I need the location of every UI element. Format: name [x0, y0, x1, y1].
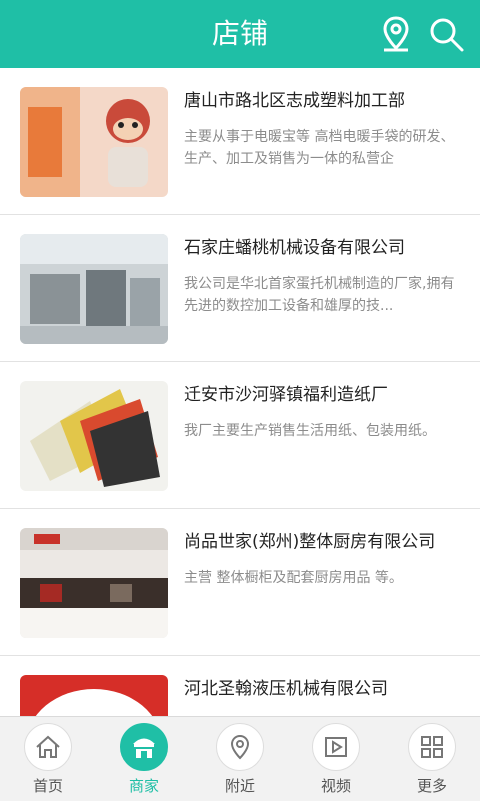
store-name: 尚品世家(郑州)整体厨房有限公司	[184, 532, 436, 552]
store-description: 我公司是华北首家蛋托机械制造的厂家,拥有先进的数控加工设备和雄厚的技...	[184, 276, 455, 314]
video-icon	[312, 723, 360, 771]
tab-label: 首页	[32, 777, 63, 795]
tab-video[interactable]: 视频	[288, 717, 384, 801]
search-icon[interactable]	[426, 14, 466, 54]
home-icon	[24, 723, 72, 771]
tab-label: 视频	[320, 777, 351, 795]
store-thumbnail	[20, 381, 168, 491]
store-item[interactable]: 迁安市沙河驿镇福利造纸厂 我厂主要生产销售生活用纸、包装用纸。	[0, 362, 480, 509]
store-description: 主营 整体橱柜及配套厨房用品 等。	[184, 570, 403, 586]
location-icon	[216, 723, 264, 771]
store-thumbnail	[20, 87, 168, 197]
store-name: 唐山市路北区志成塑料加工部	[184, 91, 405, 111]
bottom-tab-bar: 首页 商家 附近 视频 更多	[0, 716, 480, 801]
store-description: 我厂主要生产销售生活用纸、包装用纸。	[184, 423, 436, 439]
app-header: 店铺	[0, 0, 480, 68]
tab-shops[interactable]: 商家	[96, 717, 192, 801]
store-name: 迁安市沙河驿镇福利造纸厂	[184, 385, 388, 405]
tab-label: 附近	[224, 777, 255, 795]
store-thumbnail	[20, 675, 168, 716]
store-thumbnail	[20, 528, 168, 638]
tab-home[interactable]: 首页	[0, 717, 96, 801]
store-name: 河北圣翰液压机械有限公司	[184, 679, 388, 699]
tab-nearby[interactable]: 附近	[192, 717, 288, 801]
store-item[interactable]: 尚品世家(郑州)整体厨房有限公司 主营 整体橱柜及配套厨房用品 等。	[0, 509, 480, 656]
store-item[interactable]: 石家庄蟠桃机械设备有限公司 我公司是华北首家蛋托机械制造的厂家,拥有先进的数控加…	[0, 215, 480, 362]
store-item[interactable]: 河北圣翰液压机械有限公司	[0, 656, 480, 716]
grid-icon	[408, 723, 456, 771]
store-name: 石家庄蟠桃机械设备有限公司	[184, 238, 405, 258]
shop-icon	[120, 723, 168, 771]
store-list: 唐山市路北区志成塑料加工部 主要从事于电暖宝等 高档电暖手袋的研发、生产、加工及…	[0, 68, 480, 716]
store-item[interactable]: 唐山市路北区志成塑料加工部 主要从事于电暖宝等 高档电暖手袋的研发、生产、加工及…	[0, 68, 480, 215]
tab-more[interactable]: 更多	[384, 717, 480, 801]
tab-label: 更多	[416, 777, 447, 795]
tab-label: 商家	[128, 777, 159, 795]
store-description: 主要从事于电暖宝等 高档电暖手袋的研发、生产、加工及销售为一体的私营企	[184, 129, 455, 167]
location-pin-icon[interactable]	[376, 14, 416, 54]
store-thumbnail	[20, 234, 168, 344]
